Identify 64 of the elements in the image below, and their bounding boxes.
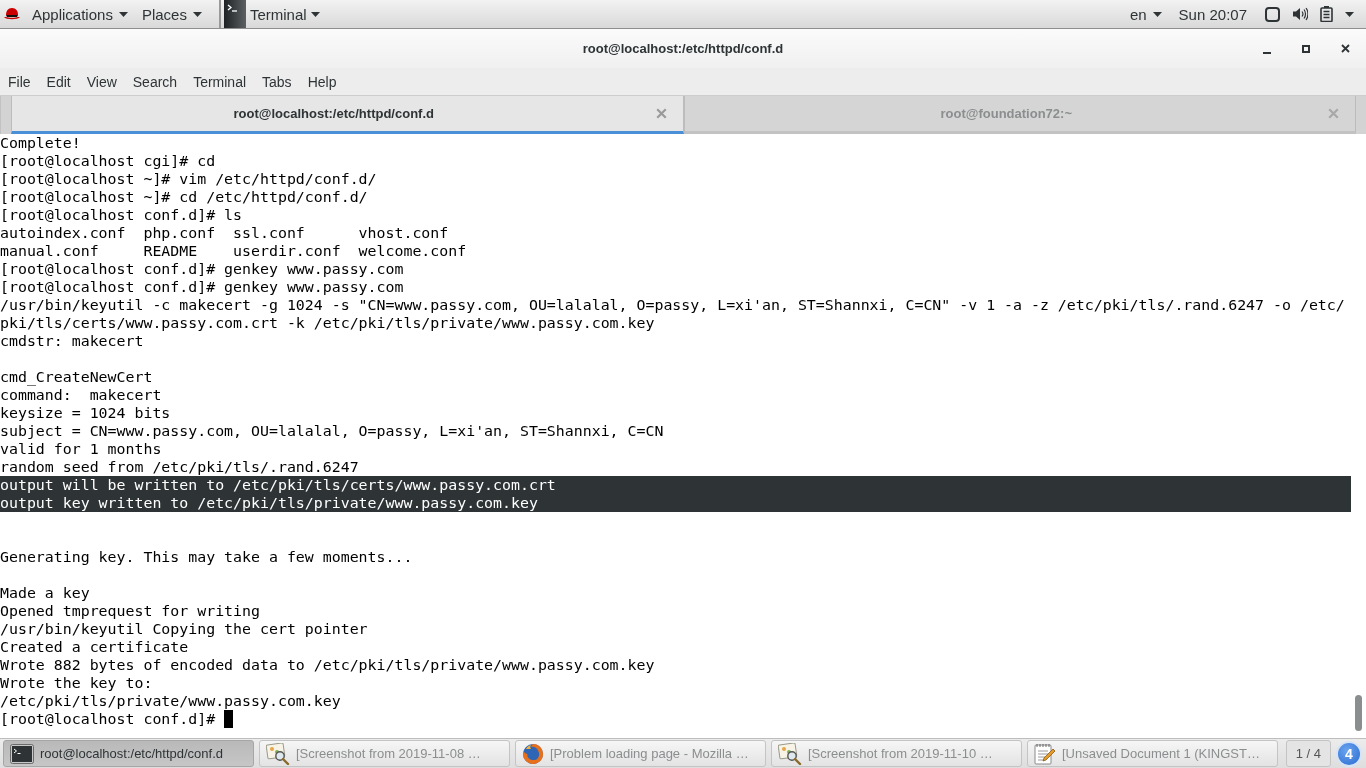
terminal-line: cmdstr: makecert bbox=[0, 332, 144, 350]
browser-icon bbox=[522, 742, 544, 765]
caret-icon bbox=[310, 11, 320, 17]
terminal-line: /etc/pki/tls/private/www.passy.com.key bbox=[0, 692, 341, 710]
terminal-line: Complete! bbox=[0, 134, 81, 152]
display-icon bbox=[1265, 6, 1280, 22]
menu-item[interactable]: Help bbox=[299, 68, 345, 95]
close-icon bbox=[1340, 44, 1350, 53]
terminal-line: Made a key bbox=[0, 584, 90, 602]
text-editor-icon bbox=[1034, 742, 1056, 765]
terminal-line: Created a certificate bbox=[0, 638, 189, 656]
menu-item[interactable]: Edit bbox=[38, 68, 79, 95]
terminal-line: [root@localhost ~]# cd /etc/httpd/conf.d/ bbox=[0, 188, 368, 206]
caret-icon bbox=[118, 11, 128, 17]
terminal-icon bbox=[10, 743, 34, 764]
terminal-icon bbox=[223, 0, 246, 28]
clock[interactable]: Sun 20:07 bbox=[1168, 5, 1259, 23]
caret-icon bbox=[192, 11, 202, 17]
battery-icon bbox=[1320, 6, 1333, 22]
terminal-line: Wrote the key to: bbox=[0, 674, 153, 692]
terminal-line: valid for 1 months bbox=[0, 440, 162, 458]
terminal-line: random seed from /etc/pki/tls/.rand.6247 bbox=[0, 458, 359, 476]
workspace-indicator[interactable]: 1 / 4 bbox=[1285, 740, 1331, 767]
terminal-line: autoindex.conf php.conf ssl.conf vhost.conf bbox=[0, 224, 449, 242]
scrollbar-thumb[interactable] bbox=[1355, 695, 1362, 731]
terminal-tab[interactable]: root@localhost:/etc/httpd/conf.d bbox=[11, 96, 684, 134]
terminal-line: subject = CN=www.passy.com, OU=lalalal, O=passy, L=xi'an, ST=Shannxi, C=CN bbox=[0, 422, 664, 440]
hat-logo-icon bbox=[3, 6, 21, 22]
menu-item[interactable]: Terminal bbox=[185, 68, 255, 95]
terminal-line: [root@localhost ~]# vim /etc/httpd/conf.d/ bbox=[0, 170, 377, 188]
volume-icon bbox=[1292, 7, 1308, 21]
terminal-line: [root@localhost conf.d]# genkey www.passy.com bbox=[0, 260, 404, 278]
image-viewer-icon bbox=[266, 742, 290, 765]
language-menu-button[interactable]: en bbox=[1122, 0, 1169, 28]
caret-icon bbox=[1152, 11, 1162, 17]
terminal-line: keysize = 1024 bits bbox=[0, 404, 171, 422]
caret-icon bbox=[1345, 11, 1354, 17]
window-list-button[interactable]: root@localhost:/etc/httpd/conf.d bbox=[3, 740, 254, 767]
terminal-line: Wrote 882 bytes of encoded data to /etc/pki/tls/private/www.passy.com.key bbox=[0, 656, 655, 674]
terminal-line: Opened tmprequest for writing bbox=[0, 602, 260, 620]
top-menu-button[interactable]: Applications bbox=[25, 0, 135, 28]
top-menu-button[interactable]: Places bbox=[134, 0, 209, 28]
terminal-line: output will be written to /etc/pki/tls/certs/www.passy.com.crt bbox=[0, 476, 556, 494]
terminal-line: /usr/bin/keyutil Copying the cert pointer bbox=[0, 620, 368, 638]
terminal-line: [root@localhost conf.d]# bbox=[0, 710, 216, 728]
terminal-line: cmd_CreateNewCert bbox=[0, 368, 153, 386]
terminal-line: output key written to /etc/pki/tls/private/www.passy.com.key bbox=[0, 494, 538, 512]
menu-item[interactable]: Search bbox=[124, 68, 186, 95]
app-menu-button[interactable]: Terminal bbox=[223, 0, 327, 28]
terminal-line: [root@localhost conf.d]# ls bbox=[0, 206, 243, 224]
terminal-line: manual.conf README userdir.conf welcome.conf bbox=[0, 242, 467, 260]
minimize-icon bbox=[1263, 51, 1271, 54]
terminal-line: [root@localhost conf.d]# genkey www.passy.com bbox=[0, 278, 404, 296]
menu-item[interactable]: Tabs bbox=[254, 68, 300, 95]
terminal-line: Generating key. This may take a few moments... bbox=[0, 548, 413, 566]
maximize-icon bbox=[1302, 44, 1310, 53]
menu-item[interactable]: View bbox=[78, 68, 125, 95]
terminal-line: pki/tls/certs/www.passy.com.crt -k /etc/pki/tls/private/www.passy.com.key bbox=[0, 314, 655, 332]
terminal-line: /usr/bin/keyutil -c makecert -g 1024 -s "CN=www.passy.com, OU=lalalal, O=passy, L=xi'an, ST=Shannxi, C=CN" -v 1 -a -z /etc/pki/tls/.rand.6247 -o /etc/ bbox=[0, 296, 1345, 314]
terminal-line: [root@localhost cgi]# cd bbox=[0, 152, 216, 170]
menu-item[interactable]: File bbox=[0, 68, 39, 95]
terminal-line: command: makecert bbox=[0, 386, 162, 404]
window-title: root@localhost:/etc/httpd/conf.d bbox=[582, 41, 784, 56]
image-viewer-icon bbox=[778, 742, 802, 765]
